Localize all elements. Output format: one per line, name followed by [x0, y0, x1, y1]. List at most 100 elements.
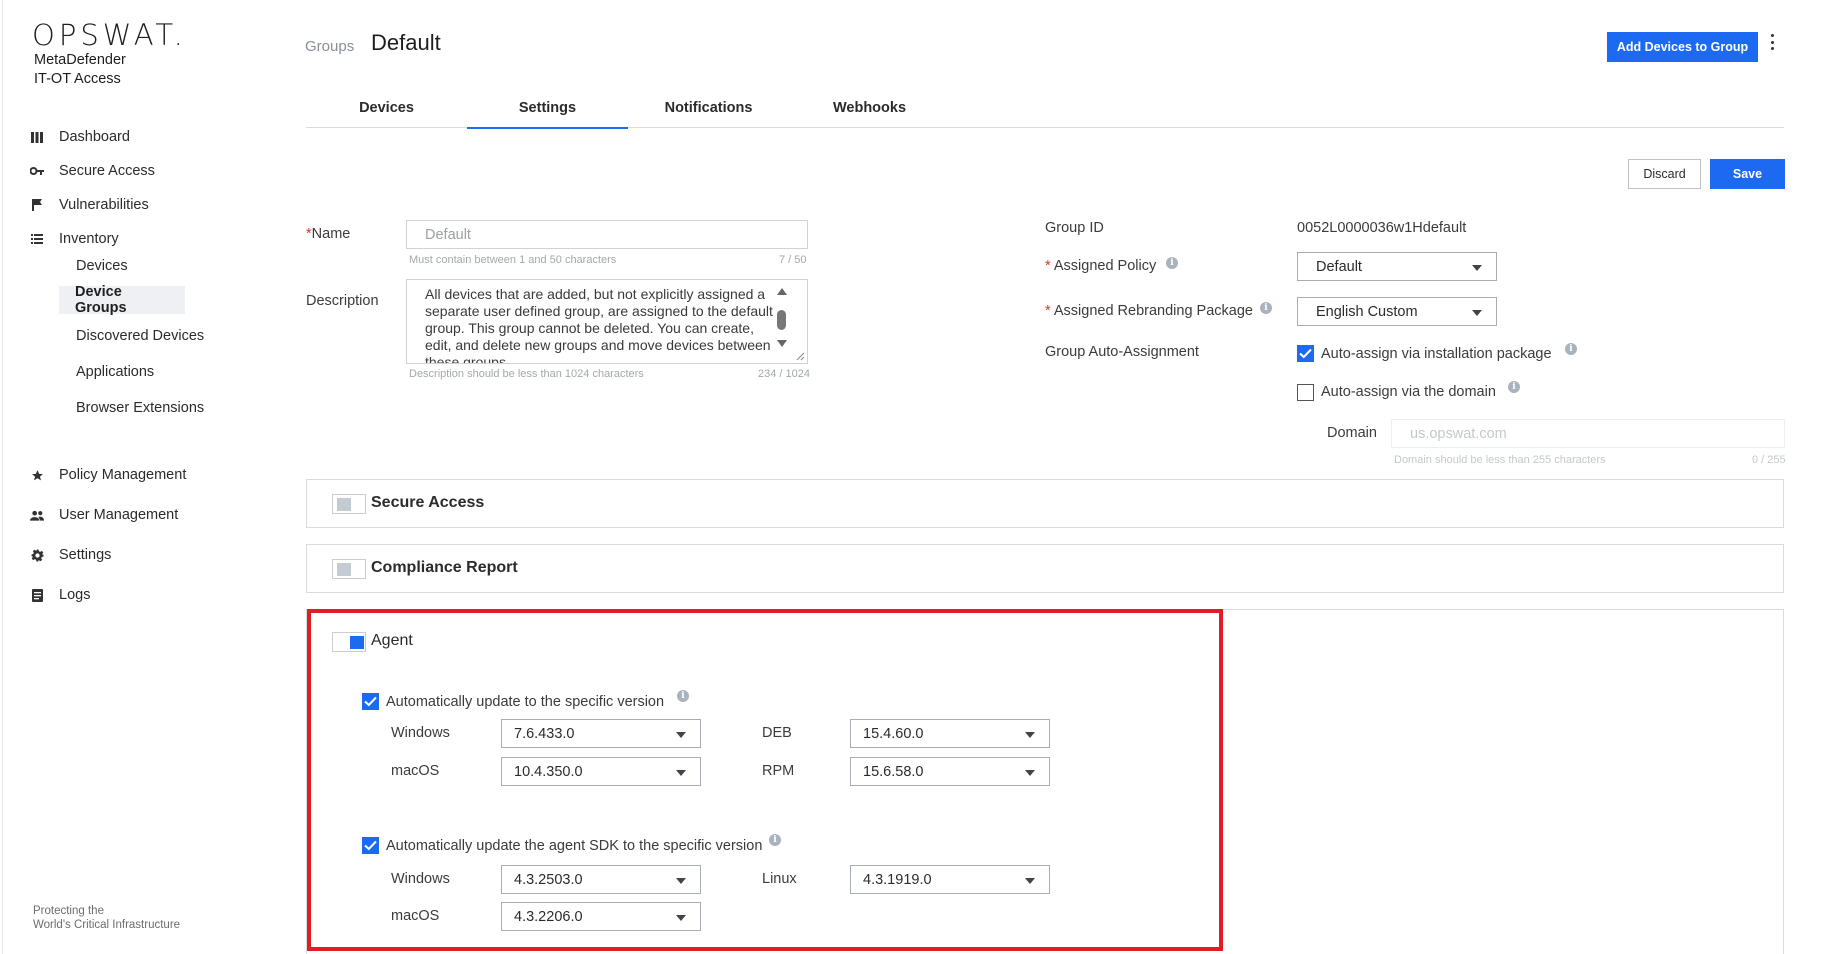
sdk-windows-select[interactable]: 4.3.2503.0 — [501, 865, 701, 894]
flag-icon — [30, 198, 44, 212]
name-placeholder: Default — [425, 226, 471, 243]
chevron-down-icon — [1472, 309, 1482, 316]
sidebar-item-label: Inventory — [59, 231, 119, 247]
sidebar-subitem-device-groups[interactable]: Device Groups — [59, 284, 185, 316]
star-icon — [30, 468, 44, 482]
scroll-thumb[interactable] — [777, 310, 786, 330]
windows-version-label: Windows — [391, 725, 450, 741]
windows-version-select[interactable]: 7.6.433.0 — [501, 719, 701, 748]
sdk-linux-select[interactable]: 4.3.1919.0 — [850, 865, 1050, 894]
secure-access-toggle[interactable] — [332, 494, 366, 514]
page-title: Default — [371, 30, 441, 55]
product-line-1: MetaDefender — [34, 52, 126, 68]
check-icon — [364, 696, 377, 707]
deb-version-select[interactable]: 15.4.60.0 — [850, 719, 1050, 748]
name-label: *Name — [306, 226, 350, 242]
domain-input[interactable]: us.opswat.com — [1391, 419, 1785, 448]
auto-update-version-checkbox[interactable] — [362, 693, 379, 710]
agent-toggle[interactable] — [332, 632, 366, 652]
more-options-icon[interactable] — [1768, 34, 1776, 50]
rpm-version-value: 15.6.58.0 — [863, 763, 924, 780]
tab-settings[interactable]: Settings — [467, 88, 628, 129]
sidebar-item-label: User Management — [59, 507, 179, 523]
assigned-policy-select[interactable]: Default — [1297, 252, 1497, 281]
footer-line-1: Protecting the — [33, 905, 104, 917]
scroll-up-icon[interactable] — [777, 288, 787, 295]
required-marker: * — [1045, 303, 1054, 319]
sidebar-subitem-devices[interactable]: Devices — [60, 252, 144, 280]
sdk-windows-label: Windows — [391, 871, 450, 887]
agent-title: Agent — [371, 632, 413, 649]
sidebar-item-inventory[interactable]: Inventory — [30, 226, 119, 252]
rebranding-package-select[interactable]: English Custom — [1297, 297, 1497, 326]
sdk-auto-update-checkbox[interactable] — [362, 837, 379, 854]
divider — [2, 0, 3, 954]
auto-assign-domain-checkbox[interactable] — [1297, 384, 1314, 401]
macos-version-select[interactable]: 10.4.350.0 — [501, 757, 701, 786]
sidebar-item-settings[interactable]: Settings — [30, 542, 111, 568]
sdk-linux-value: 4.3.1919.0 — [863, 871, 932, 888]
name-input[interactable]: Default — [406, 220, 808, 249]
resize-handle-icon[interactable] — [795, 351, 805, 361]
compliance-report-toggle[interactable] — [332, 559, 366, 579]
sidebar-item-vulnerabilities[interactable]: Vulnerabilities — [30, 192, 149, 218]
save-button[interactable]: Save — [1710, 159, 1785, 189]
add-devices-to-group-button[interactable]: Add Devices to Group — [1607, 32, 1758, 62]
name-label-text: Name — [311, 226, 351, 242]
sdk-macos-select[interactable]: 4.3.2206.0 — [501, 902, 701, 931]
sidebar-subitem-discovered-devices[interactable]: Discovered Devices — [60, 322, 220, 350]
deb-version-label: DEB — [762, 725, 792, 741]
chevron-down-icon — [676, 731, 686, 738]
scroll-down-icon[interactable] — [777, 340, 787, 347]
group-id-value: 0052L0000036w1Hdefault — [1297, 220, 1467, 236]
description-label: Description — [306, 293, 379, 309]
sdk-windows-value: 4.3.2503.0 — [514, 871, 583, 888]
sidebar-item-policy-management[interactable]: Policy Management — [30, 462, 186, 488]
name-hint: Must contain between 1 and 50 characters — [409, 254, 617, 266]
auto-assign-install-checkbox[interactable] — [1297, 345, 1314, 362]
sidebar: OPSWAT. MetaDefender IT-OT Access Dashbo… — [0, 0, 300, 954]
tab-notifications[interactable]: Notifications — [628, 88, 789, 128]
deb-version-value: 15.4.60.0 — [863, 725, 924, 742]
description-textarea[interactable]: All devices that are added, but not expl… — [406, 279, 808, 364]
tab-webhooks[interactable]: Webhooks — [789, 88, 950, 128]
agent-panel: Agent Automatically update to the specif… — [306, 609, 1784, 954]
sidebar-item-dashboard[interactable]: Dashboard — [30, 124, 130, 150]
domain-char-count: 0 / 255 — [1752, 454, 1786, 466]
sidebar-item-user-management[interactable]: User Management — [30, 502, 178, 528]
product-name: MetaDefender IT-OT Access — [34, 51, 126, 89]
macos-version-value: 10.4.350.0 — [514, 763, 583, 780]
chevron-down-icon — [1025, 877, 1035, 884]
info-icon[interactable]: i — [1166, 257, 1178, 269]
sdk-macos-label: macOS — [391, 908, 440, 924]
info-icon[interactable]: i — [677, 690, 689, 702]
rebranding-value: English Custom — [1316, 303, 1418, 320]
sidebar-item-label: Secure Access — [59, 163, 155, 179]
tab-devices[interactable]: Devices — [306, 88, 467, 128]
sidebar-item-label: Logs — [59, 587, 91, 603]
info-icon[interactable]: i — [1260, 302, 1272, 314]
discard-button[interactable]: Discard — [1628, 159, 1701, 189]
sdk-macos-value: 4.3.2206.0 — [514, 908, 583, 925]
rpm-version-label: RPM — [762, 763, 795, 779]
info-icon[interactable]: i — [1508, 381, 1520, 393]
rpm-version-select[interactable]: 15.6.58.0 — [850, 757, 1050, 786]
breadcrumb[interactable]: Groups — [305, 38, 354, 55]
rebranding-package-label: * Assigned Rebranding Package — [1045, 303, 1253, 319]
textarea-scrollbar[interactable] — [775, 286, 787, 362]
sdk-auto-update-label: Automatically update the agent SDK to th… — [386, 838, 763, 854]
domain-hint: Domain should be less than 255 character… — [1394, 454, 1606, 466]
sidebar-subitem-applications[interactable]: Applications — [60, 358, 170, 386]
info-icon[interactable]: i — [1565, 343, 1577, 355]
name-char-count: 7 / 50 — [779, 254, 807, 266]
sidebar-item-logs[interactable]: Logs — [30, 582, 90, 608]
description-text: All devices that are added, but not expl… — [425, 286, 773, 364]
sidebar-item-secure-access[interactable]: Secure Access — [30, 158, 155, 184]
domain-placeholder: us.opswat.com — [1410, 425, 1507, 442]
info-icon[interactable]: i — [769, 834, 781, 846]
description-hint: Description should be less than 1024 cha… — [409, 368, 644, 380]
bar-chart-icon — [30, 130, 44, 144]
sidebar-subitem-browser-extensions[interactable]: Browser Extensions — [60, 394, 220, 422]
windows-version-value: 7.6.433.0 — [514, 725, 575, 742]
group-id-label: Group ID — [1045, 220, 1104, 236]
